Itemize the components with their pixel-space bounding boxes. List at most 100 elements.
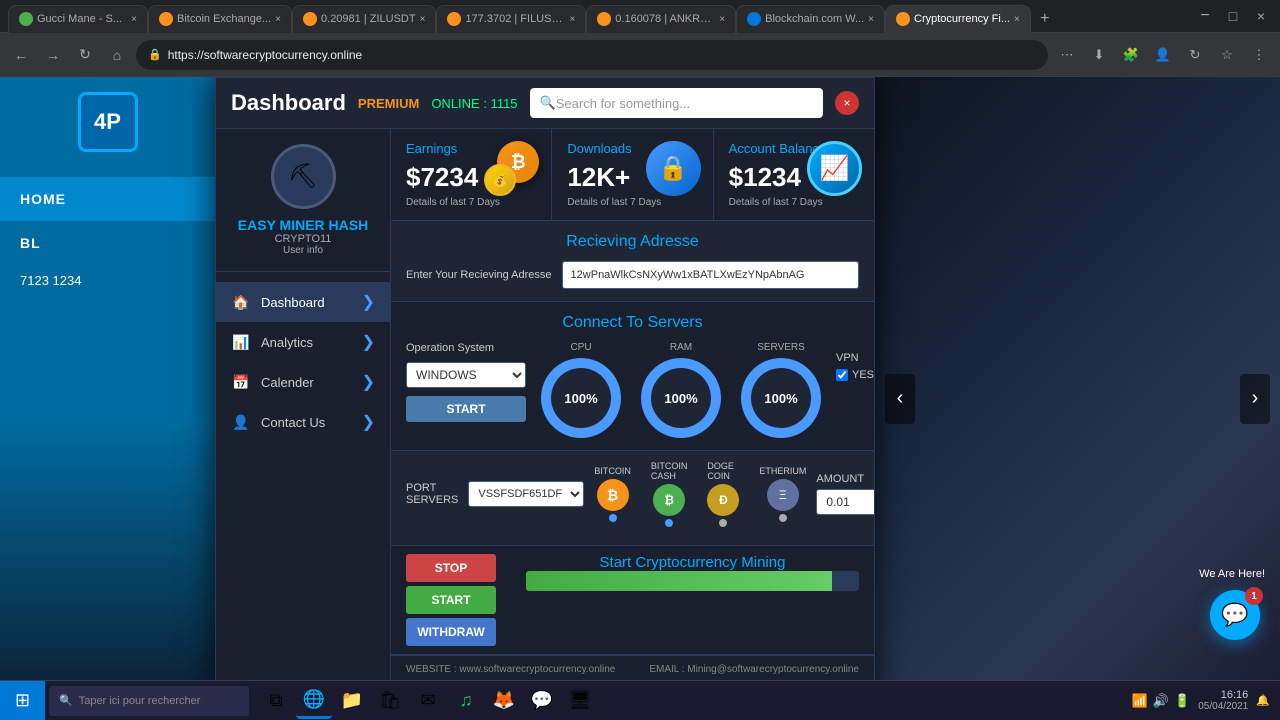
reload-button[interactable]: ↻: [72, 42, 98, 68]
bitcoin-icon: ₿: [597, 479, 629, 511]
downloads-detail: Details of last 7 Days: [567, 197, 697, 208]
back-button[interactable]: ←: [8, 42, 34, 68]
taskbar-app-store[interactable]: 🛍: [372, 683, 408, 719]
start-button[interactable]: START: [406, 586, 496, 614]
taskbar-search[interactable]: 🔍 Taper ici pour rechercher: [49, 686, 249, 716]
home-button[interactable]: ⌂: [104, 42, 130, 68]
sidebar-menu: 🏠 Dashboard ❯ 📊 Analytics ❯ 📅 Calender ❯: [216, 272, 390, 452]
extensions2-button[interactable]: 🧩: [1118, 42, 1144, 68]
os-select[interactable]: WINDOWS LINUX MAC: [406, 362, 526, 388]
tab-3[interactable]: 0.20981 | ZILUSDT ×: [292, 5, 436, 33]
close-window-button[interactable]: ×: [1250, 5, 1272, 27]
taskbar-app-explorer[interactable]: 📁: [334, 683, 370, 719]
dashboard-close-button[interactable]: ×: [835, 91, 859, 115]
tab-2[interactable]: Bitcoin Exchange... ×: [148, 5, 292, 33]
sidebar-label-dashboard: Dashboard: [261, 295, 325, 310]
maximize-button[interactable]: □: [1222, 5, 1244, 27]
site-nav-bl[interactable]: BL: [0, 221, 215, 265]
sidebar-item-dashboard[interactable]: 🏠 Dashboard ❯: [216, 282, 390, 322]
receiving-input[interactable]: [562, 261, 859, 289]
bitcoin-cash-label: BITCOIN CASH: [651, 461, 688, 481]
carousel-right-arrow[interactable]: ›: [1240, 374, 1270, 424]
taskbar-app-discord[interactable]: 💬: [524, 683, 560, 719]
vpn-label: VPN: [836, 352, 874, 364]
site-nav-home[interactable]: HOME: [0, 177, 215, 221]
vpn-yes-checkbox[interactable]: [836, 369, 848, 381]
amount-label: AMOUNT: [816, 473, 874, 485]
tab-7[interactable]: Cryptocurrency Fi... ×: [885, 5, 1031, 33]
servers-circle: 100%: [741, 358, 821, 438]
notification-icons: 📶 🔊 🔋: [1132, 693, 1191, 709]
connect-start-button[interactable]: START: [406, 396, 526, 422]
tab-4[interactable]: 177.3702 | FILUSDT ×: [436, 5, 586, 33]
we-are-here-text: We Are Here!: [1199, 568, 1265, 580]
downloads-card: Downloads 12K+ Details of last 7 Days 🔒: [552, 129, 713, 220]
downloads-button[interactable]: ⬇: [1086, 42, 1112, 68]
tab-5[interactable]: 0.160078 | ANKRUS... ×: [586, 5, 736, 33]
start-button-taskbar[interactable]: ⊞: [0, 681, 45, 720]
doge-icon: Ð: [707, 484, 739, 516]
address-text: https://softwarecryptocurrency.online: [168, 48, 363, 62]
notification-center-icon[interactable]: 🔔: [1256, 694, 1270, 707]
amount-select[interactable]: 0.01 0.1 1.0: [816, 489, 874, 515]
sidebar-userinfo: User info: [231, 245, 375, 256]
ram-circle: 100%: [641, 358, 721, 438]
tab-6[interactable]: Blockchain.com W... ×: [736, 5, 885, 33]
action-buttons: STOP START WITHDRAW: [406, 554, 496, 646]
taskbar-search-placeholder: Taper ici pour rechercher: [79, 695, 201, 707]
sidebar-item-contact[interactable]: 👤 Contact Us ❯: [216, 402, 390, 442]
ethereum-dot: [779, 514, 787, 522]
connect-title: Connect To Servers: [406, 314, 859, 332]
withdraw-button[interactable]: WITHDRAW: [406, 618, 496, 646]
sidebar-item-analytics[interactable]: 📊 Analytics ❯: [216, 322, 390, 362]
profile-button[interactable]: 👤: [1150, 42, 1176, 68]
tab-close-1[interactable]: ×: [131, 14, 137, 25]
taskbar-app-spotify[interactable]: ♫: [448, 683, 484, 719]
dashboard-panel: Dashboard PREMIUM ONLINE : 1115 🔍 Search…: [215, 77, 875, 720]
connect-row: Operation System WINDOWS LINUX MAC START…: [406, 342, 859, 438]
tab-close-2[interactable]: ×: [275, 14, 281, 25]
vpn-yes-option[interactable]: YES: [836, 369, 874, 381]
receiving-row: Enter Your Recieving Adresse: [406, 261, 859, 289]
tab-favicon-6: [747, 12, 761, 26]
dashboard-icon: 🏠: [231, 292, 251, 312]
address-bar[interactable]: 🔒 https://softwarecryptocurrency.online: [136, 40, 1048, 70]
taskbar-app-firefox[interactable]: 🦊: [486, 683, 522, 719]
clock: 16:16: [1221, 689, 1249, 701]
sync-button[interactable]: ↻: [1182, 42, 1208, 68]
tab-1[interactable]: Gucci Mane - S... ×: [8, 5, 148, 33]
tab-favicon-3: [303, 12, 317, 26]
sidebar-subname: CRYPTO11: [231, 233, 375, 245]
tab-close-3[interactable]: ×: [420, 14, 426, 25]
receiving-title: Recieving Adresse: [406, 233, 859, 251]
tab-close-7[interactable]: ×: [1014, 14, 1020, 25]
tab-close-5[interactable]: ×: [719, 14, 725, 25]
page-content: 4P HOME BL 7123 1234 Dashboard PREMIUM O…: [0, 77, 1280, 720]
favorite-button[interactable]: ☆: [1214, 42, 1240, 68]
earnings-card: Earnings $7234 Details of last 7 Days ₿ …: [391, 129, 552, 220]
carousel-left-arrow[interactable]: ‹: [885, 374, 915, 424]
port-select[interactable]: VSSFSDF651DF: [468, 481, 584, 507]
menu-button[interactable]: ⋮: [1246, 42, 1272, 68]
taskbar-app-mail[interactable]: ✉: [410, 683, 446, 719]
minimize-button[interactable]: −: [1194, 5, 1216, 27]
sidebar-item-calendar[interactable]: 📅 Calender ❯: [216, 362, 390, 402]
chat-button[interactable]: 💬 1: [1210, 590, 1260, 640]
search-box[interactable]: 🔍 Search for something...: [530, 88, 823, 118]
tab-close-6[interactable]: ×: [868, 14, 874, 25]
taskbar-app-edge[interactable]: 🌐: [296, 683, 332, 719]
battery-icon: 🔋: [1174, 693, 1190, 709]
stop-button[interactable]: STOP: [406, 554, 496, 582]
taskbar-app-taskview[interactable]: ⧉: [258, 683, 294, 719]
taskbar-app-vmware[interactable]: 🖥: [562, 683, 598, 719]
meters-row: CPU 100% RAM 100%: [541, 342, 821, 438]
port-label: PORT SERVERS: [406, 482, 458, 506]
analytics-arrow-icon: ❯: [362, 332, 375, 352]
tab-close-4[interactable]: ×: [569, 14, 575, 25]
new-tab-button[interactable]: +: [1031, 5, 1059, 33]
lock-icon: 🔒: [148, 48, 162, 61]
bitcoin-cash-icon: ₿: [653, 484, 685, 516]
tab-label-2: Bitcoin Exchange...: [177, 13, 271, 25]
extensions-button[interactable]: ⋯: [1054, 42, 1080, 68]
forward-button[interactable]: →: [40, 42, 66, 68]
